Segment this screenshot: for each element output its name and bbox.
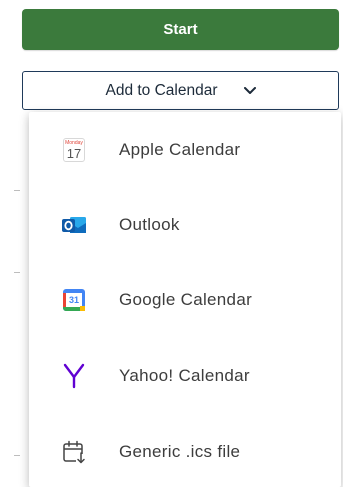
menu-item-apple-calendar[interactable]: Monday 17 Apple Calendar: [29, 120, 341, 180]
menu-item-label: Google Calendar: [119, 290, 253, 309]
menu-item-outlook[interactable]: Outlook: [29, 195, 341, 255]
menu-item-label: Yahoo! Calendar: [119, 366, 250, 385]
outlook-icon: [61, 212, 87, 238]
add-to-calendar-label: Add to Calendar: [105, 81, 218, 99]
calendar-download-icon: [61, 439, 87, 465]
menu-item-label: Generic .ics file: [119, 442, 241, 461]
background-divider: [14, 455, 20, 456]
google-calendar-icon-day: 31: [66, 293, 82, 307]
calendar-dropdown-menu: Monday 17 Apple Calendar Outlook 31 Goog…: [29, 112, 341, 487]
menu-item-yahoo-calendar[interactable]: Yahoo! Calendar: [29, 346, 341, 406]
add-to-calendar-button[interactable]: Add to Calendar: [22, 71, 339, 110]
background-divider: [14, 190, 20, 191]
apple-calendar-icon: Monday 17: [61, 137, 87, 163]
menu-item-generic-ics[interactable]: Generic .ics file: [29, 422, 341, 482]
menu-item-label: Apple Calendar: [119, 140, 241, 159]
yahoo-icon: [61, 363, 87, 389]
menu-item-google-calendar[interactable]: 31 Google Calendar: [29, 270, 341, 330]
apple-calendar-icon-day: 17: [66, 146, 82, 161]
start-button-label: Start: [163, 21, 198, 38]
menu-item-label: Outlook: [119, 215, 180, 234]
start-button[interactable]: Start: [22, 9, 339, 50]
background-divider: [14, 272, 20, 273]
chevron-down-icon: [243, 86, 256, 94]
google-calendar-icon: 31: [61, 287, 87, 313]
